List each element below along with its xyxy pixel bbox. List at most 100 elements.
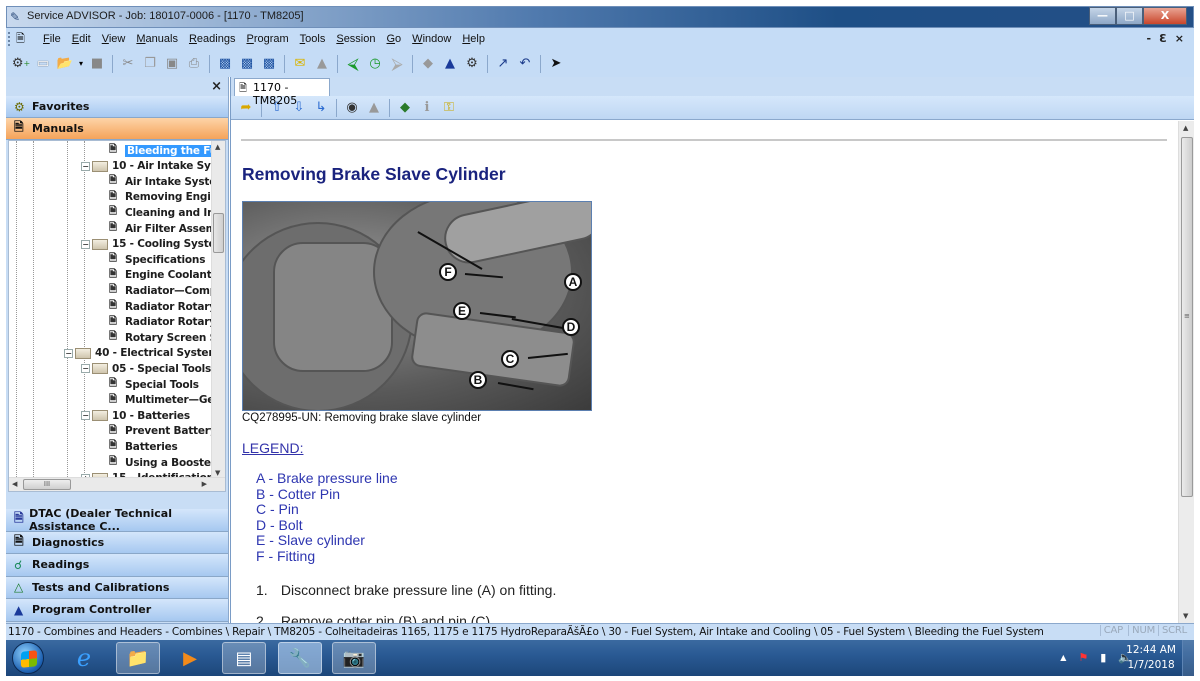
tree-item[interactable]: 🗎 Radiator Rotary S (109, 315, 225, 330)
collapse-icon[interactable]: − (81, 411, 90, 421)
menu-manuals[interactable]: Manuals (136, 33, 178, 45)
menu-tools[interactable]: Tools (300, 33, 326, 45)
document-system-icon[interactable]: 🗎 (16, 30, 32, 49)
show-hidden-icons[interactable]: ▲ (1060, 651, 1066, 664)
settings-gear-icon[interactable]: ⚙ (462, 54, 482, 74)
program-icon[interactable]: ▲ (440, 54, 460, 74)
tree-item[interactable]: 🗎 Prevent Battery (109, 424, 217, 439)
tree-folder[interactable]: − 10 - Air Intake Syste (81, 159, 225, 174)
start-button[interactable] (12, 642, 44, 674)
cut-icon[interactable]: ✂ (118, 54, 138, 74)
forward-icon[interactable]: ⮚ (387, 54, 407, 74)
toolbar-grip[interactable] (8, 32, 14, 46)
menu-file[interactable]: File (43, 33, 61, 45)
menu-readings[interactable]: Readings (189, 33, 236, 45)
scroll-up-arrow-icon[interactable]: ▲ (215, 143, 220, 151)
new-job-icon[interactable]: ⚙ + (11, 54, 31, 74)
internet-explorer-icon[interactable]: e (62, 642, 106, 674)
tree-item[interactable]: 🗎 Radiator—Compo (109, 283, 224, 298)
action-center-flag-icon[interactable]: ⚑ (1078, 651, 1088, 664)
connect-icon[interactable]: ▩ (215, 54, 235, 74)
back-icon[interactable]: ⮘ (343, 54, 363, 74)
tree-item[interactable]: 🗎 Air Intake Systen (109, 174, 224, 189)
tree-item[interactable]: 🗎 Engine Coolant (109, 268, 212, 283)
tree-item[interactable]: 🗎 Radiator Rotary S (109, 299, 225, 314)
tree-item[interactable]: 🗎 Using a Booster I (109, 455, 223, 470)
camera-icon[interactable]: 📷 (332, 642, 376, 674)
new-document-icon[interactable]: ▭ (33, 54, 53, 74)
menu-view[interactable]: View (102, 33, 126, 45)
nav-program-controller[interactable]: ▲ Program Controller (6, 599, 228, 622)
mdi-minimize-button[interactable]: - (1147, 32, 1152, 45)
nav-favorites[interactable]: ⚙ Favorites (6, 96, 228, 118)
scroll-thumb[interactable]: ≡ (1181, 137, 1193, 497)
tree-item[interactable]: 🗎 Cleaning and Insp (109, 205, 225, 220)
history-icon[interactable]: ◷ (365, 54, 385, 74)
tree-folder[interactable]: − 10 - Batteries (81, 408, 190, 423)
tree-horizontal-scrollbar[interactable]: ◀ III ▶ (9, 477, 225, 491)
restore-button[interactable]: □ (1116, 7, 1143, 25)
mdi-restore-button[interactable]: Ɛ (1159, 32, 1167, 45)
network-icon[interactable]: ▩ (237, 54, 257, 74)
nav-tests-calibrations[interactable]: △ Tests and Calibrations (6, 576, 228, 599)
nav-readings[interactable]: ☌ Readings (6, 554, 228, 577)
collapse-icon[interactable]: − (81, 161, 90, 171)
print-icon[interactable]: ⎙ (184, 54, 204, 74)
menu-go[interactable]: Go (386, 33, 401, 45)
tree-item[interactable]: 🗎 Batteries (109, 439, 178, 454)
clock[interactable]: 12:44 AM 1/7/2018 (1126, 643, 1176, 673)
collapse-icon[interactable]: − (64, 348, 73, 358)
add-bookmark-icon[interactable]: ◆ (395, 98, 415, 118)
service-advisor-icon[interactable]: 🔧 (278, 642, 322, 674)
home-icon[interactable]: ▲ (312, 54, 332, 74)
show-desktop-button[interactable] (1182, 640, 1194, 676)
jump-icon[interactable]: ↳ (311, 98, 331, 118)
scroll-up-arrow-icon[interactable]: ▲ (1183, 124, 1188, 132)
dropdown-icon[interactable]: ▾ (77, 54, 85, 74)
save-icon[interactable]: ■ (87, 54, 107, 74)
scroll-right-arrow-icon[interactable]: ▶ (202, 480, 207, 488)
close-button[interactable]: X (1143, 7, 1187, 25)
scroll-thumb[interactable] (213, 213, 224, 253)
tree-folder[interactable]: − 15 - Cooling System- (81, 237, 225, 252)
message-icon[interactable]: ✉ (290, 54, 310, 74)
menu-program[interactable]: Program (246, 33, 288, 45)
scroll-down-arrow-icon[interactable]: ▼ (215, 469, 220, 477)
collapse-icon[interactable]: − (81, 239, 90, 249)
document-viewer-icon[interactable]: ▤ (222, 642, 266, 674)
scroll-down-arrow-icon[interactable]: ▼ (1183, 612, 1188, 620)
menu-session[interactable]: Session (336, 33, 375, 45)
scroll-thumb[interactable]: III (23, 479, 71, 490)
tree-item[interactable]: 🗎 Multimeter—Ge (109, 393, 214, 408)
pane-close-button[interactable]: × (211, 79, 222, 94)
nav-manuals[interactable]: 🗎 Manuals (6, 118, 228, 140)
collapse-icon[interactable]: − (81, 364, 90, 374)
tree-item[interactable]: 🗎 Air Filter Assemb (109, 221, 224, 236)
legend-title[interactable]: LEGEND: (242, 440, 303, 456)
find-binoculars-icon[interactable]: ◉ (342, 98, 362, 118)
menu-edit[interactable]: Edit (72, 33, 91, 45)
tree-folder[interactable]: − 05 - Special Tools (81, 361, 211, 376)
open-folder-icon[interactable]: 📂 (55, 54, 75, 74)
bookmark-icon[interactable]: ◆ (418, 54, 438, 74)
tree-item[interactable]: 🗎 Specifications (109, 252, 205, 267)
menu-window[interactable]: Window (412, 33, 451, 45)
key-icon[interactable]: ⚿ (439, 98, 459, 118)
document-vertical-scrollbar[interactable]: ▲ ≡ ▼ (1178, 121, 1194, 623)
tab-document[interactable]: 🗎 1170 - TM8205 (234, 78, 330, 107)
tree-item[interactable]: 🗎 Special Tools (109, 377, 199, 392)
triangle-warning-icon[interactable]: ▲ (364, 98, 384, 118)
paste-icon[interactable]: ▣ (162, 54, 182, 74)
nav-diagnostics[interactable]: 🗎 Diagnostics (6, 531, 228, 554)
help-pointer-icon[interactable]: ➤ (546, 54, 566, 74)
media-player-icon[interactable]: ▶ (168, 642, 212, 674)
copy-icon[interactable]: ❐ (140, 54, 160, 74)
tree-vertical-scrollbar[interactable]: ▲ ▼ (211, 141, 225, 479)
file-explorer-icon[interactable]: 📁 (116, 642, 160, 674)
tree-item[interactable]: 🗎 Rotary Screen Su (109, 330, 224, 345)
minimize-button[interactable]: — (1089, 7, 1116, 25)
tree-item[interactable]: 🗎 Bleeding the Fue (109, 143, 225, 158)
maximize-pane-icon[interactable]: ↗ (493, 54, 513, 74)
disconnect-icon[interactable]: ▩ (259, 54, 279, 74)
tree-folder[interactable]: − 40 - Electrical System (64, 346, 219, 361)
